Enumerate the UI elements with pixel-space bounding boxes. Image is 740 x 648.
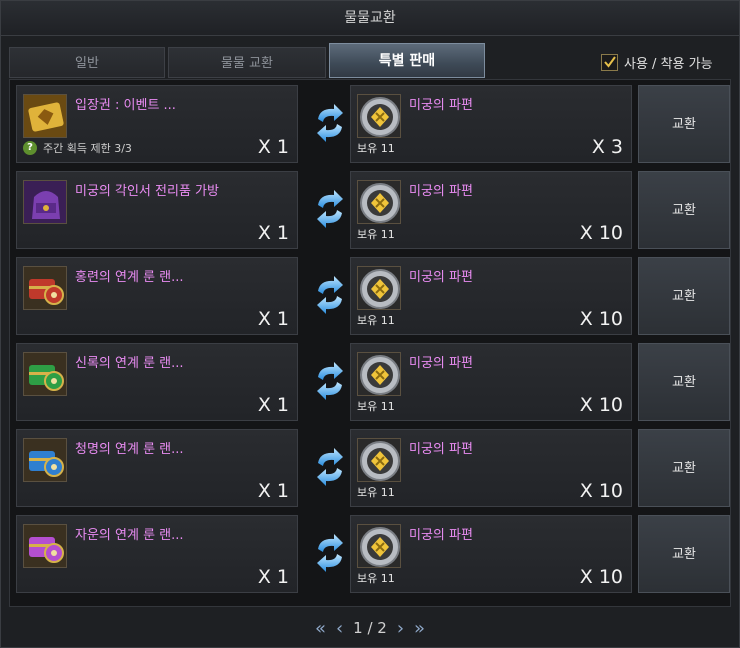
exchange-row: 미궁의 각인서 전리품 가방 X 1 미궁의 파편보유 11 X 10 교환 xyxy=(16,171,730,251)
give-item-quantity: X 1 xyxy=(257,136,289,158)
first-page-icon[interactable]: « xyxy=(315,618,326,639)
give-item-quantity: X 1 xyxy=(257,480,289,502)
give-item-name: 미궁의 각인서 전리품 가방 xyxy=(75,184,219,199)
give-item-slot[interactable]: 홍련의 연계 룬 랜... X 1 xyxy=(16,257,298,335)
green-chest-icon xyxy=(23,352,67,396)
exchange-button[interactable]: 교환 xyxy=(638,429,730,507)
receive-item-name: 미궁의 파편 xyxy=(409,528,473,543)
window-title: 물물교환 xyxy=(1,1,739,36)
page-indicator: 1 / 2 xyxy=(353,619,387,637)
labyrinth-fragment-icon xyxy=(357,524,401,568)
owned-count: 보유 11 xyxy=(357,486,395,499)
give-item-quantity: X 1 xyxy=(257,222,289,244)
receive-item-slot[interactable]: 미궁의 파편보유 11 X 10 xyxy=(350,515,632,593)
exchange-arrows-icon xyxy=(312,447,348,487)
receive-item-quantity: X 10 xyxy=(579,394,623,416)
tab-special-sale[interactable]: 특별 판매 xyxy=(329,43,485,78)
receive-item-slot[interactable]: 미궁의 파편보유 11 X 10 xyxy=(350,343,632,421)
red-chest-icon xyxy=(23,266,67,310)
usable-filter-label: 사용 / 착용 가능 xyxy=(624,56,713,72)
exchange-arrows-icon xyxy=(312,275,348,315)
give-item-quantity: X 1 xyxy=(257,394,289,416)
purple-chest-icon xyxy=(23,524,67,568)
exchange-arrows-icon xyxy=(312,533,348,573)
exchange-row: 자운의 연계 룬 랜... X 1 미궁의 파편보유 11 X 10 교환 xyxy=(16,515,730,595)
usable-filter[interactable]: 사용 / 착용 가능 xyxy=(601,51,713,73)
prev-page-icon[interactable]: ‹ xyxy=(336,618,343,639)
receive-item-slot[interactable]: 미궁의 파편보유 11 X 10 xyxy=(350,171,632,249)
bag-icon xyxy=(23,180,67,224)
exchange-button[interactable]: 교환 xyxy=(638,515,730,593)
give-item-slot[interactable]: 미궁의 각인서 전리품 가방 X 1 xyxy=(16,171,298,249)
blue-chest-icon xyxy=(23,438,67,482)
give-item-slot[interactable]: 자운의 연계 룬 랜... X 1 xyxy=(16,515,298,593)
weekly-limit-text: 주간 획득 제한 3/3 xyxy=(43,142,132,155)
help-icon[interactable]: ? xyxy=(23,141,37,155)
exchange-row: 청명의 연계 룬 랜... X 1 미궁의 파편보유 11 X 10 교환 xyxy=(16,429,730,509)
exchange-list: 입장권 : 이벤트 ...? 주간 획득 제한 3/3 X 1 미궁의 파편 보유 11… xyxy=(9,79,731,607)
receive-item-name: 미궁의 파편 xyxy=(409,270,473,285)
labyrinth-fragment-icon xyxy=(357,266,401,310)
receive-item-name: 미궁의 파편 xyxy=(409,356,473,371)
give-item-quantity: X 1 xyxy=(257,566,289,588)
receive-item-name: 미궁의 파편 xyxy=(409,442,473,457)
receive-item-quantity: X 10 xyxy=(579,308,623,330)
owned-count: 보유 11 xyxy=(357,228,395,241)
owned-count: 보유 11 xyxy=(357,572,395,585)
give-item-slot[interactable]: 청명의 연계 룬 랜... X 1 xyxy=(16,429,298,507)
exchange-arrows-icon xyxy=(312,103,348,143)
last-page-icon[interactable]: » xyxy=(414,618,425,639)
owned-count: 보유 11 xyxy=(357,400,395,413)
give-item-slot[interactable]: 입장권 : 이벤트 ...? 주간 획득 제한 3/3 X 1 xyxy=(16,85,298,163)
give-item-name: 자운의 연계 룬 랜... xyxy=(75,528,184,543)
next-page-icon[interactable]: › xyxy=(397,618,404,639)
receive-item-quantity: X 10 xyxy=(579,566,623,588)
ticket-icon xyxy=(23,94,67,138)
usable-checkbox[interactable] xyxy=(601,53,618,71)
receive-item-name: 미궁의 파편 xyxy=(409,184,473,199)
receive-item-quantity: X 10 xyxy=(579,222,623,244)
receive-item-quantity: X 3 xyxy=(591,136,623,158)
exchange-row: 신록의 연계 룬 랜... X 1 미궁의 파편보유 11 X 10 교환 xyxy=(16,343,730,423)
owned-count: 보유 11 xyxy=(357,314,395,327)
labyrinth-fragment-icon xyxy=(357,438,401,482)
labyrinth-fragment-icon xyxy=(357,180,401,224)
exchange-button[interactable]: 교환 xyxy=(638,171,730,249)
receive-item-slot[interactable]: 미궁의 파편보유 11 X 10 xyxy=(350,257,632,335)
exchange-button[interactable]: 교환 xyxy=(638,343,730,421)
receive-item-quantity: X 10 xyxy=(579,480,623,502)
exchange-row: 입장권 : 이벤트 ...? 주간 획득 제한 3/3 X 1 미궁의 파편 보유 11… xyxy=(16,85,730,165)
exchange-arrows-icon xyxy=(312,189,348,229)
exchange-window: 물물교환 일반 물물 교환 특별 판매 사용 / 착용 가능 입장권 : 이벤트… xyxy=(0,0,740,648)
owned-count: 보유 11 xyxy=(357,142,395,155)
labyrinth-fragment-icon xyxy=(357,352,401,396)
give-item-slot[interactable]: 신록의 연계 룬 랜... X 1 xyxy=(16,343,298,421)
give-item-name: 입장권 : 이벤트 ... xyxy=(75,98,176,113)
tab-barter[interactable]: 물물 교환 xyxy=(168,47,326,78)
give-item-quantity: X 1 xyxy=(257,308,289,330)
give-item-name: 홍련의 연계 룬 랜... xyxy=(75,270,184,285)
receive-item-name: 미궁의 파편 xyxy=(409,98,473,113)
exchange-button[interactable]: 교환 xyxy=(638,85,730,163)
exchange-arrows-icon xyxy=(312,361,348,401)
exchange-button[interactable]: 교환 xyxy=(638,257,730,335)
receive-item-slot[interactable]: 미궁의 파편보유 11 X 3 xyxy=(350,85,632,163)
weekly-limit: ? 주간 획득 제한 3/3 xyxy=(23,140,132,156)
tab-general[interactable]: 일반 xyxy=(9,47,165,78)
receive-item-slot[interactable]: 미궁의 파편보유 11 X 10 xyxy=(350,429,632,507)
exchange-row: 홍련의 연계 룬 랜... X 1 미궁의 파편보유 11 X 10 교환 xyxy=(16,257,730,337)
give-item-name: 신록의 연계 룬 랜... xyxy=(75,356,184,371)
give-item-name: 청명의 연계 룬 랜... xyxy=(75,442,184,457)
checkmark-icon xyxy=(603,56,616,68)
pagination: « ‹ 1 / 2 › » xyxy=(1,613,739,643)
labyrinth-fragment-icon xyxy=(357,94,401,138)
